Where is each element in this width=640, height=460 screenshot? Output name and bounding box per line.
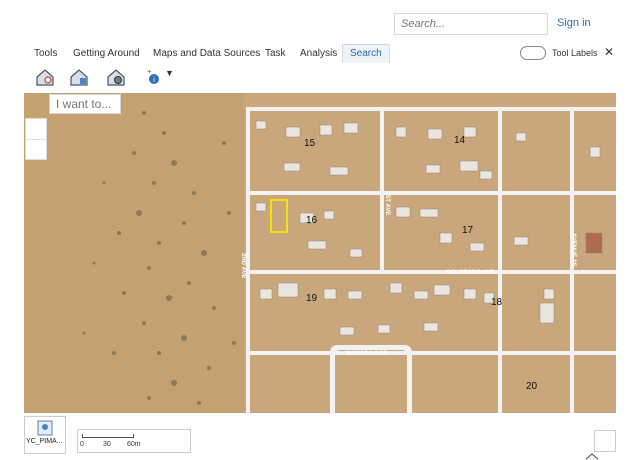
tool-labels-label: Tool Labels (552, 48, 598, 58)
svg-text:+: + (147, 67, 152, 76)
block-number-18: 18 (491, 297, 503, 308)
block-number-17: 17 (462, 225, 474, 236)
zoom-control[interactable] (25, 118, 47, 160)
house-search-icon[interactable] (34, 67, 56, 87)
zoom-in-button[interactable] (26, 119, 46, 140)
scale-line (82, 434, 134, 438)
street-label-colorado-ave: COLORADO AVE (446, 270, 494, 276)
tool-labels-toggle[interactable] (520, 46, 546, 60)
vendor-logo-icon (585, 453, 599, 460)
tab-search[interactable]: Search (342, 44, 390, 63)
zoom-out-button[interactable] (26, 140, 46, 160)
basemap-toggle[interactable] (594, 430, 616, 452)
search-input[interactable] (394, 13, 548, 35)
toolbar: i + ▼ (24, 63, 624, 93)
tab-maps-and-data-sources[interactable]: Maps and Data Sources (153, 48, 260, 59)
street-label-manor-loop: MANOR LOOP (346, 351, 387, 357)
block-number-15: 15 (304, 138, 316, 149)
block-number-20: 20 (526, 381, 538, 392)
close-icon[interactable]: ✕ (604, 45, 614, 59)
block-number-16: 16 (306, 215, 318, 226)
sign-in-link[interactable]: Sign in (557, 17, 591, 29)
tab-getting-around[interactable]: Getting Around (73, 48, 140, 59)
street-label-1st-ave: 1ST AVE (384, 191, 390, 215)
tab-tools[interactable]: Tools (34, 48, 57, 59)
map-pin-layer-icon (37, 420, 53, 436)
house-gear-icon[interactable] (105, 67, 127, 87)
tab-task[interactable]: Task (265, 48, 286, 59)
scale-label-60m: 60m (127, 441, 141, 448)
house-search-alt-icon[interactable] (68, 67, 90, 87)
block-number-14: 14 (454, 135, 466, 146)
layer-label: YC_PIMA... (26, 438, 63, 445)
map-imagery: 15 14 16 17 19 18 20 1ST AVE 2ND AVE COL… (24, 93, 616, 413)
scale-label-0: 0 (80, 441, 84, 448)
street-label-2nd-ave: 2ND AVE (240, 253, 246, 278)
map-view[interactable]: 15 14 16 17 19 18 20 1ST AVE 2ND AVE COL… (24, 93, 616, 413)
tab-analysis[interactable]: Analysis (300, 48, 337, 59)
i-want-to-input[interactable] (49, 94, 121, 114)
scale-label-30: 30 (103, 441, 111, 448)
dropdown-caret-icon[interactable]: ▼ (165, 68, 187, 88)
block-number-19: 19 (306, 293, 318, 304)
street-label-avenue-8e: AVENUE 8E (570, 233, 576, 267)
info-add-icon[interactable]: i + (144, 67, 166, 87)
layer-switcher[interactable] (24, 416, 66, 454)
